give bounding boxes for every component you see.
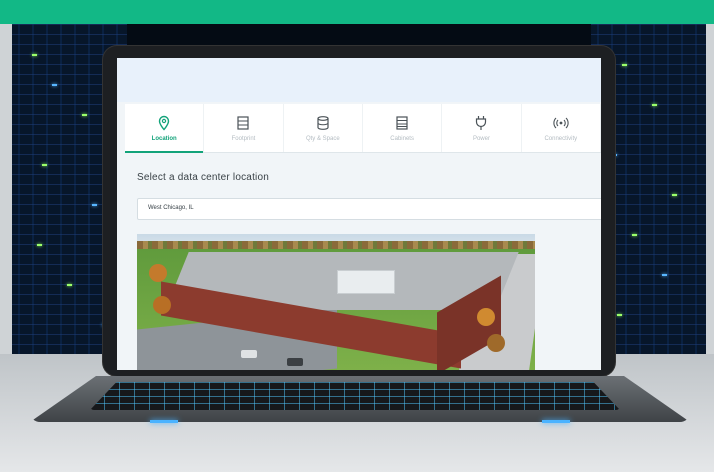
app-header: [117, 58, 601, 102]
wireless-signal-icon: [553, 117, 569, 128]
tab-label: Cabinets: [390, 135, 414, 142]
cabinet-icon: [396, 115, 408, 130]
laptop-keyboard: [90, 382, 620, 410]
power-plug-icon: [476, 115, 487, 130]
tab-label: Power: [472, 135, 490, 142]
location-select[interactable]: West Chicago, IL: [137, 198, 601, 220]
tab-cabinets[interactable]: Cabinets: [363, 104, 443, 152]
section-title: Select a data center location: [137, 172, 269, 183]
tab-power[interactable]: Power: [442, 104, 522, 152]
tab-label: Location: [151, 135, 177, 142]
tab-label: Qty & Space: [305, 135, 340, 142]
status-light-right: [542, 420, 570, 423]
wizard-steps: Location Footprint Qty & Space Cabinets …: [125, 104, 601, 153]
location-select-value: West Chicago, IL: [148, 205, 194, 211]
server-stack-icon: [237, 115, 250, 130]
tab-label: Connectivity: [544, 135, 578, 142]
brand-banner: [0, 0, 714, 24]
tab-footprint[interactable]: Footprint: [204, 104, 284, 152]
database-icon: [317, 115, 329, 130]
tab-qty-space[interactable]: Qty & Space: [284, 104, 363, 152]
tab-label: Footprint: [231, 135, 256, 142]
location-pin-icon: [158, 115, 170, 131]
tab-location[interactable]: Location: [125, 104, 205, 153]
tab-connectivity[interactable]: Connectivity: [522, 104, 601, 152]
status-light-left: [150, 420, 178, 423]
laptop-screen: Location Footprint Qty & Space Cabinets …: [117, 58, 601, 370]
data-center-photo: [137, 234, 535, 370]
